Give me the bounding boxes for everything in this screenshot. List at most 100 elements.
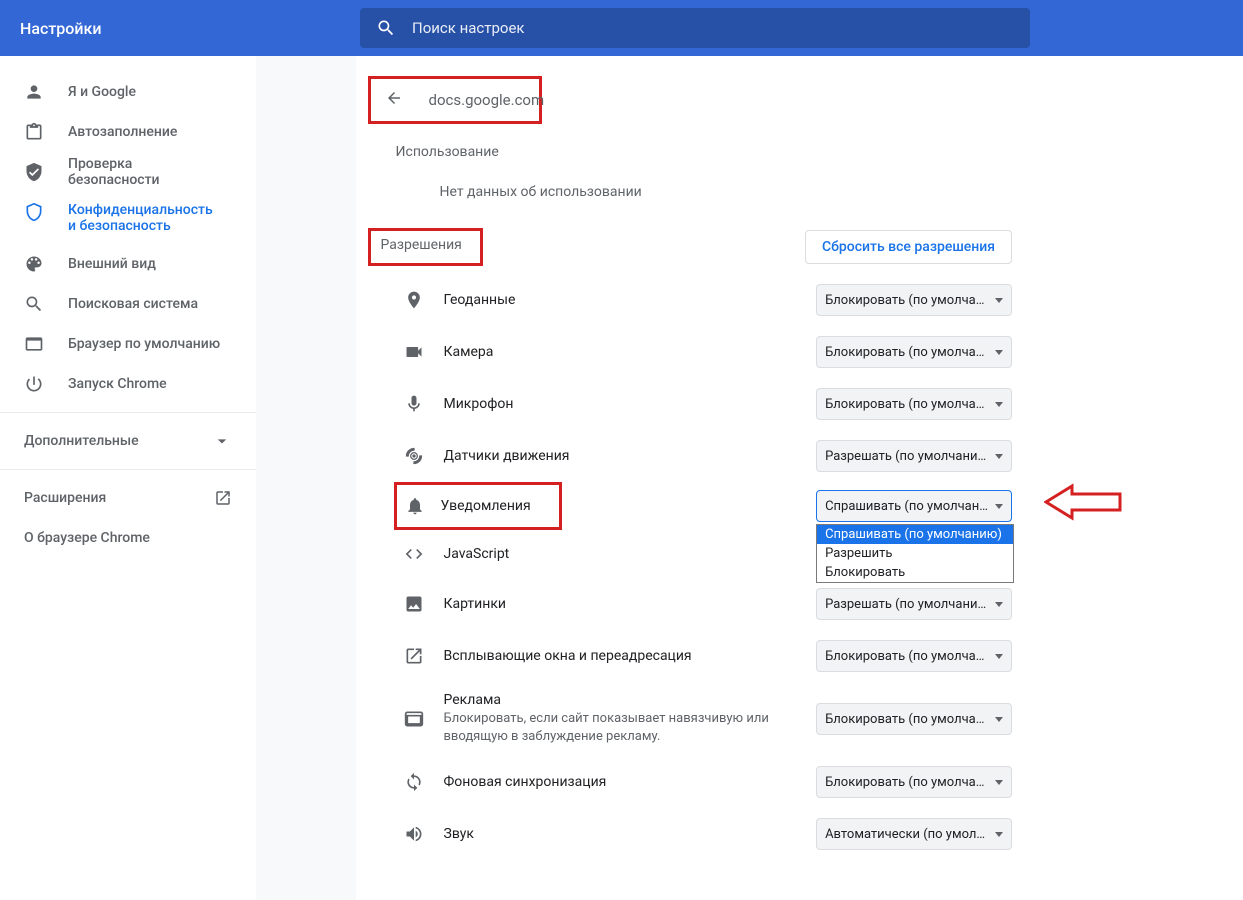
divider <box>0 469 256 470</box>
permissions-title: Разрешения <box>368 228 483 266</box>
sidebar-about[interactable]: О браузере Chrome <box>0 518 256 558</box>
perm-row-popups: Всплывающие окна и переадресация Блокиро… <box>356 630 1033 682</box>
perm-select-camera[interactable]: Блокировать (по умолчанию) <box>816 336 1012 368</box>
ads-icon <box>404 709 424 729</box>
dropdown-option-ask[interactable]: Спрашивать (по умолчанию) <box>817 525 1013 544</box>
shield-check-icon <box>24 162 44 182</box>
perm-select-popups[interactable]: Блокировать (по умолчанию) <box>816 640 1012 672</box>
divider <box>0 412 256 413</box>
perm-select-location[interactable]: Блокировать (по умолчанию) <box>816 284 1012 316</box>
sidebar-item-you-google[interactable]: Я и Google <box>0 72 248 112</box>
perm-label: Датчики движения <box>444 448 817 464</box>
sidebar-extensions[interactable]: Расширения <box>0 478 256 518</box>
perm-label: Звук <box>444 826 817 842</box>
caret-icon <box>995 454 1003 459</box>
permissions-header: Разрешения Сбросить все разрешения <box>356 228 1033 266</box>
motion-icon <box>404 446 424 466</box>
perm-select-notifications[interactable]: Спрашивать (по умолчанию) Спрашивать (по… <box>816 490 1012 522</box>
bell-icon <box>405 496 425 516</box>
sidebar-item-default-browser[interactable]: Браузер по умолчанию <box>0 324 248 364</box>
sound-icon <box>404 824 424 844</box>
arrow-back-icon <box>385 89 403 107</box>
perm-row-bg-sync: Фоновая синхронизация Блокировать (по ум… <box>356 756 1033 808</box>
image-icon <box>404 594 424 614</box>
perm-row-notifications: Уведомления <box>394 482 562 530</box>
sidebar-extensions-label: Расширения <box>24 490 106 506</box>
palette-icon <box>24 254 44 274</box>
caret-icon <box>995 602 1003 607</box>
site-header-box: docs.google.com <box>368 76 542 124</box>
search-box[interactable] <box>360 8 1030 48</box>
sidebar-advanced-label: Дополнительные <box>24 433 139 449</box>
main: docs.google.com Использование Нет данных… <box>256 56 1243 900</box>
search-icon <box>24 294 44 314</box>
chevron-down-icon <box>212 431 232 451</box>
sidebar-item-label: Я и Google <box>68 84 136 100</box>
perm-select-motion[interactable]: Разрешать (по умолчанию) <box>816 440 1012 472</box>
usage-section: Использование Нет данных об использовани… <box>356 144 1033 200</box>
sidebar-item-search-engine[interactable]: Поисковая система <box>0 284 248 324</box>
sidebar-item-autofill[interactable]: Автозаполнение <box>0 112 248 152</box>
caret-icon <box>995 504 1003 509</box>
usage-label: Использование <box>396 144 993 160</box>
sidebar-advanced[interactable]: Дополнительные <box>0 421 256 461</box>
app-header: Настройки <box>0 0 1243 56</box>
shield-icon <box>24 202 44 222</box>
right-panel <box>1032 56 1243 900</box>
perm-select-ads[interactable]: Блокировать (по умолчанию) <box>816 703 1012 735</box>
sidebar-about-label: О браузере Chrome <box>24 530 150 546</box>
notifications-dropdown: Спрашивать (по умолчанию) Разрешить Блок… <box>816 524 1014 583</box>
clipboard-icon <box>24 122 44 142</box>
perm-row-sound: Звук Автоматически (по умолчанию) <box>356 808 1033 860</box>
perm-label: Реклама <box>444 692 817 708</box>
code-icon <box>404 544 424 564</box>
sidebar-item-on-startup[interactable]: Запуск Chrome <box>0 364 248 404</box>
site-domain: docs.google.com <box>429 91 545 109</box>
perm-label: Картинки <box>444 596 817 612</box>
dropdown-option-allow[interactable]: Разрешить <box>817 544 1013 563</box>
search-icon <box>376 18 396 38</box>
caret-icon <box>995 780 1003 785</box>
perm-label: Всплывающие окна и переадресация <box>444 648 817 664</box>
annotation-arrow <box>1044 482 1124 522</box>
perm-row-images: Картинки Разрешать (по умолчанию) <box>356 578 1033 630</box>
perm-select-bg-sync[interactable]: Блокировать (по умолчанию) <box>816 766 1012 798</box>
reset-permissions-button[interactable]: Сбросить все разрешения <box>805 230 1012 264</box>
caret-icon <box>995 298 1003 303</box>
sidebar-item-label: Внешний вид <box>68 256 156 272</box>
sidebar-item-privacy[interactable]: Конфиденциальность и безопасность <box>0 192 248 244</box>
sidebar-item-appearance[interactable]: Внешний вид <box>0 244 248 284</box>
caret-icon <box>995 832 1003 837</box>
dropdown-option-block[interactable]: Блокировать <box>817 563 1013 582</box>
search-input[interactable] <box>412 19 1014 37</box>
perm-select-sound[interactable]: Автоматически (по умолчанию) <box>816 818 1012 850</box>
sidebar-item-label: Автозаполнение <box>68 124 177 140</box>
perm-row-microphone: Микрофон Блокировать (по умолчанию) <box>356 378 1033 430</box>
sidebar-item-safety[interactable]: Проверка безопасности <box>0 152 248 192</box>
camera-icon <box>404 342 424 362</box>
content-panel: docs.google.com Использование Нет данных… <box>356 56 1033 900</box>
sync-icon <box>404 772 424 792</box>
power-icon <box>24 374 44 394</box>
browser-icon <box>24 334 44 354</box>
perm-label: Фоновая синхронизация <box>444 774 817 790</box>
perm-row-ads: Реклама Блокировать, если сайт показывае… <box>356 682 1033 756</box>
perm-row-motion: Датчики движения Разрешать (по умолчанию… <box>356 430 1033 482</box>
location-icon <box>404 290 424 310</box>
back-button[interactable] <box>379 83 409 117</box>
arrow-left-icon <box>1044 482 1124 522</box>
perm-select-images[interactable]: Разрешать (по умолчанию) <box>816 588 1012 620</box>
sidebar-item-label: Проверка безопасности <box>68 156 224 188</box>
external-icon <box>214 489 232 507</box>
caret-icon <box>995 654 1003 659</box>
perm-label: Микрофон <box>444 396 817 412</box>
caret-icon <box>995 402 1003 407</box>
sidebar-item-label: Браузер по умолчанию <box>68 336 220 352</box>
caret-icon <box>995 717 1003 722</box>
microphone-icon <box>404 394 424 414</box>
caret-icon <box>995 350 1003 355</box>
sidebar-item-label: Запуск Chrome <box>68 376 167 392</box>
sidebar-item-label: Поисковая система <box>68 296 198 312</box>
perm-select-microphone[interactable]: Блокировать (по умолчанию) <box>816 388 1012 420</box>
header-title: Настройки <box>20 19 360 38</box>
